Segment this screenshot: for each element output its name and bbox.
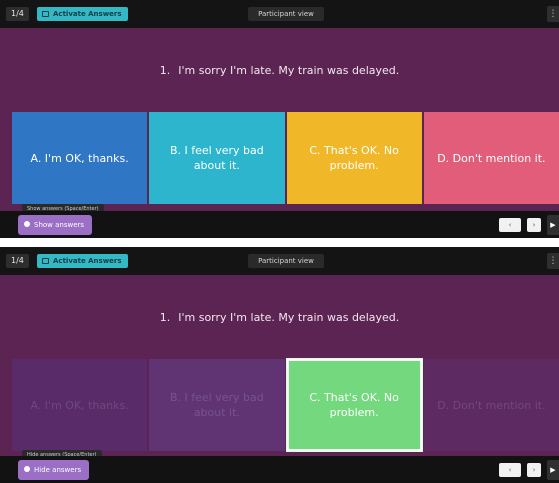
answer-option-c-correct[interactable]: C. That's OK. No problem. (286, 359, 422, 451)
screen-icon (42, 11, 49, 17)
answer-option-a[interactable]: A. I'm OK, thanks. (12, 112, 148, 204)
question-number: 1. (159, 310, 171, 324)
answer-option-b[interactable]: B. I feel very bad about it. (149, 112, 285, 204)
show-answers-label: Show answers (34, 221, 85, 229)
answer-option-a[interactable]: A. I'm OK, thanks. (12, 359, 148, 451)
nav-next-button[interactable]: › (527, 463, 541, 477)
activate-answers-label: Activate Answers (53, 10, 122, 18)
slide-counter[interactable]: 1/4 (6, 7, 29, 21)
presentation-panel-bottom: 1/4 Activate Answers Participant view ⋮ … (0, 247, 559, 483)
nav-previous-button[interactable]: ‹ (499, 463, 521, 477)
eye-off-icon (24, 466, 30, 472)
top-toolbar: 1/4 Activate Answers Participant view ⋮ (0, 247, 559, 275)
nav-next-button[interactable]: › (527, 218, 541, 232)
nav-previous-button[interactable]: ‹ (499, 218, 521, 232)
answer-option-d[interactable]: D. Don't mention it. (423, 359, 559, 451)
answer-option-c[interactable]: C. That's OK. No problem. (286, 112, 422, 204)
play-icon[interactable]: ▶ (547, 215, 559, 235)
presentation-panel-top: 1/4 Activate Answers Participant view ⋮ … (0, 0, 559, 238)
activate-answers-button[interactable]: Activate Answers (37, 254, 128, 268)
question-text: I'm sorry I'm late. My train was delayed… (178, 63, 400, 77)
hide-answers-label: Hide answers (34, 466, 82, 474)
eye-icon (24, 221, 30, 227)
answer-option-d[interactable]: D. Don't mention it. (423, 112, 559, 204)
activate-answers-button[interactable]: Activate Answers (37, 7, 128, 21)
show-answers-button[interactable]: Show answers (18, 215, 93, 235)
slide-counter[interactable]: 1/4 (6, 254, 29, 268)
ellipsis-icon[interactable]: ⋮ (547, 253, 559, 269)
bottom-toolbar: Show answers ‹ › ▶ (0, 211, 559, 238)
question: 1. I'm sorry I'm late. My train was dela… (0, 275, 559, 359)
activate-answers-label: Activate Answers (53, 257, 122, 265)
bottom-toolbar: Hide answers ‹ › ▶ (0, 456, 559, 483)
answer-grid: A. I'm OK, thanks. B. I feel very bad ab… (12, 359, 559, 451)
ellipsis-icon[interactable]: ⋮ (547, 6, 559, 22)
question: 1. I'm sorry I'm late. My train was dela… (0, 28, 559, 112)
answer-option-b[interactable]: B. I feel very bad about it. (149, 359, 285, 451)
top-toolbar: 1/4 Activate Answers Participant view ⋮ (0, 0, 559, 28)
question-text: I'm sorry I'm late. My train was delayed… (178, 310, 400, 324)
answer-grid: A. I'm OK, thanks. B. I feel very bad ab… (12, 112, 559, 204)
question-number: 1. (159, 63, 171, 77)
participant-view-button[interactable]: Participant view (248, 254, 324, 268)
play-icon[interactable]: ▶ (547, 460, 559, 480)
screen-icon (42, 258, 49, 264)
participant-view-button[interactable]: Participant view (248, 7, 324, 21)
hide-answers-button[interactable]: Hide answers (18, 460, 90, 480)
